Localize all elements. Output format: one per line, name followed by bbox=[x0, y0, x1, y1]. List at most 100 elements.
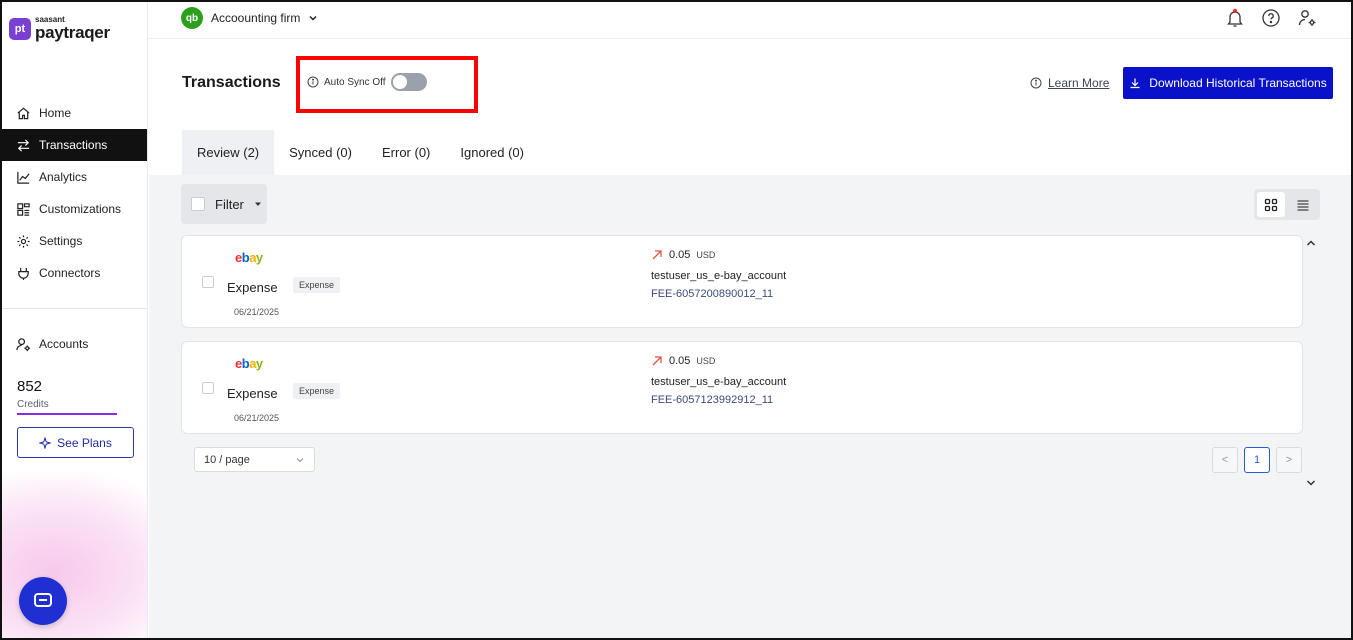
credits-progress-bar bbox=[17, 413, 117, 415]
page-number-button[interactable]: 1 bbox=[1244, 447, 1270, 473]
transaction-amount: 0.05 USD bbox=[651, 355, 715, 367]
transaction-date: 06/21/2025 bbox=[234, 307, 280, 317]
page-size-select[interactable]: 10 / page bbox=[194, 447, 315, 472]
sidebar-item-connectors[interactable]: Connectors bbox=[2, 257, 147, 289]
learn-more: Learn More bbox=[1030, 76, 1109, 90]
page-title: Transactions bbox=[182, 74, 281, 91]
transaction-checkbox[interactable] bbox=[202, 276, 214, 288]
auto-sync-control: Auto Sync Off bbox=[307, 73, 427, 91]
ebay-logo-icon: ebay bbox=[235, 356, 263, 371]
scroll-down-icon[interactable] bbox=[1305, 477, 1317, 489]
transaction-reference[interactable]: FEE-6057200890012_11 bbox=[651, 288, 773, 300]
sidebar-item-label: Customizations bbox=[39, 202, 122, 216]
top-bar-actions bbox=[1225, 8, 1317, 28]
chat-support-button[interactable] bbox=[19, 577, 67, 625]
tab-ignored[interactable]: Ignored (0) bbox=[445, 130, 539, 175]
ebay-logo-icon: ebay bbox=[235, 250, 263, 265]
amount-value: 0.05 bbox=[669, 355, 691, 367]
info-icon bbox=[1030, 77, 1042, 89]
see-plans-label: See Plans bbox=[57, 435, 112, 450]
learn-more-link[interactable]: Learn More bbox=[1048, 76, 1109, 90]
sidebar-item-customizations[interactable]: Customizations bbox=[2, 193, 147, 225]
bell-icon[interactable] bbox=[1225, 8, 1245, 28]
chevron-down-icon bbox=[296, 457, 304, 462]
transaction-card[interactable]: ebay Expense Expense 06/21/2025 0.05 USD… bbox=[181, 235, 1303, 328]
transaction-checkbox[interactable] bbox=[202, 382, 214, 394]
filter-label: Filter bbox=[215, 196, 244, 212]
top-bar: qb Accoounting firm bbox=[148, 2, 1351, 39]
auto-sync-label: Auto Sync Off bbox=[324, 76, 386, 88]
tab-review[interactable]: Review (2) bbox=[182, 130, 275, 175]
sidebar-item-settings[interactable]: Settings bbox=[2, 225, 147, 257]
view-toggle bbox=[1254, 189, 1320, 220]
download-icon bbox=[1130, 78, 1140, 89]
help-icon[interactable] bbox=[1261, 8, 1281, 28]
transaction-type: Expense bbox=[227, 280, 278, 295]
sidebar-item-home[interactable]: Home bbox=[2, 97, 147, 129]
prev-page-button[interactable]: < bbox=[1212, 447, 1238, 473]
sidebar-item-label: Analytics bbox=[39, 170, 88, 184]
sidebar-item-label: Accounts bbox=[39, 337, 89, 351]
transaction-tag: Expense bbox=[293, 383, 341, 399]
pagination: < 1 > bbox=[1212, 447, 1302, 473]
grid-view-icon bbox=[1264, 198, 1278, 211]
sidebar-item-label: Connectors bbox=[39, 266, 101, 280]
list-view-button[interactable] bbox=[1289, 192, 1317, 217]
transfer-icon bbox=[17, 138, 30, 152]
user-settings-icon bbox=[16, 337, 31, 351]
tab-error[interactable]: Error (0) bbox=[367, 130, 445, 175]
paytraqer-logo-icon: pt bbox=[9, 17, 31, 40]
transaction-tag: Expense bbox=[293, 277, 341, 293]
sidebar-item-analytics[interactable]: Analytics bbox=[2, 161, 147, 193]
auto-sync-toggle[interactable] bbox=[390, 73, 427, 91]
credits-label: Credits bbox=[17, 399, 49, 410]
status-tabs: Review (2) Synced (0) Error (0) Ignored … bbox=[182, 130, 539, 175]
sidebar-item-label: Settings bbox=[39, 234, 83, 248]
sidebar-accounts-section: Accounts bbox=[2, 328, 147, 360]
caret-down-icon bbox=[254, 202, 261, 206]
sidebar-divider bbox=[2, 308, 147, 309]
grid-view-button[interactable] bbox=[1257, 192, 1285, 217]
download-label: Download Historical Transactions bbox=[1149, 76, 1327, 90]
sparkle-icon bbox=[39, 436, 52, 449]
scroll-up-icon[interactable] bbox=[1305, 237, 1317, 249]
brand-logo[interactable]: pt saasant paytraqer bbox=[9, 16, 110, 41]
credits-value: 852 bbox=[17, 378, 43, 395]
user-settings-icon[interactable] bbox=[1297, 8, 1317, 28]
see-plans-button[interactable]: See Plans bbox=[17, 427, 134, 458]
sidebar-item-accounts[interactable]: Accounts bbox=[2, 328, 147, 360]
quickbooks-icon: qb bbox=[181, 7, 203, 29]
transaction-amount: 0.05 USD bbox=[651, 249, 715, 261]
sidebar-item-label: Transactions bbox=[39, 138, 108, 152]
company-selector[interactable]: qb Accoounting firm bbox=[181, 7, 318, 29]
toggle-knob bbox=[392, 75, 407, 89]
home-icon bbox=[17, 107, 30, 119]
brand-name: paytraqer bbox=[35, 23, 110, 42]
transaction-reference[interactable]: FEE-6057123992912_11 bbox=[651, 394, 773, 406]
gear-icon bbox=[17, 234, 30, 248]
sidebar-item-transactions[interactable]: Transactions bbox=[2, 129, 147, 161]
tab-synced[interactable]: Synced (0) bbox=[274, 130, 367, 175]
transaction-card[interactable]: ebay Expense Expense 06/21/2025 0.05 USD… bbox=[181, 341, 1303, 434]
sidebar-item-label: Home bbox=[39, 106, 72, 120]
download-historical-button[interactable]: Download Historical Transactions bbox=[1123, 67, 1333, 99]
chevron-down-icon bbox=[309, 15, 317, 21]
select-all-checkbox[interactable] bbox=[191, 197, 205, 211]
grid-icon bbox=[17, 202, 30, 216]
transaction-account: testuser_us_e-bay_account bbox=[651, 376, 787, 388]
next-page-button[interactable]: > bbox=[1276, 447, 1302, 473]
amount-currency: USD bbox=[696, 356, 716, 366]
transaction-type: Expense bbox=[227, 386, 278, 401]
list-view-icon bbox=[1297, 199, 1309, 211]
app-frame: pt saasant paytraqer Home Transactions A… bbox=[0, 0, 1353, 640]
transaction-date: 06/21/2025 bbox=[234, 413, 280, 423]
sidebar-nav: Home Transactions Analytics Customizatio… bbox=[2, 97, 147, 289]
plug-icon bbox=[18, 267, 29, 280]
amount-value: 0.05 bbox=[669, 249, 691, 261]
filter-dropdown[interactable]: Filter bbox=[181, 184, 267, 224]
credits-panel: 852 Credits bbox=[17, 378, 49, 410]
outgoing-arrow-icon bbox=[652, 250, 662, 260]
amount-currency: USD bbox=[696, 250, 716, 260]
page-size-value: 10 / page bbox=[204, 453, 250, 466]
outgoing-arrow-icon bbox=[652, 356, 662, 366]
